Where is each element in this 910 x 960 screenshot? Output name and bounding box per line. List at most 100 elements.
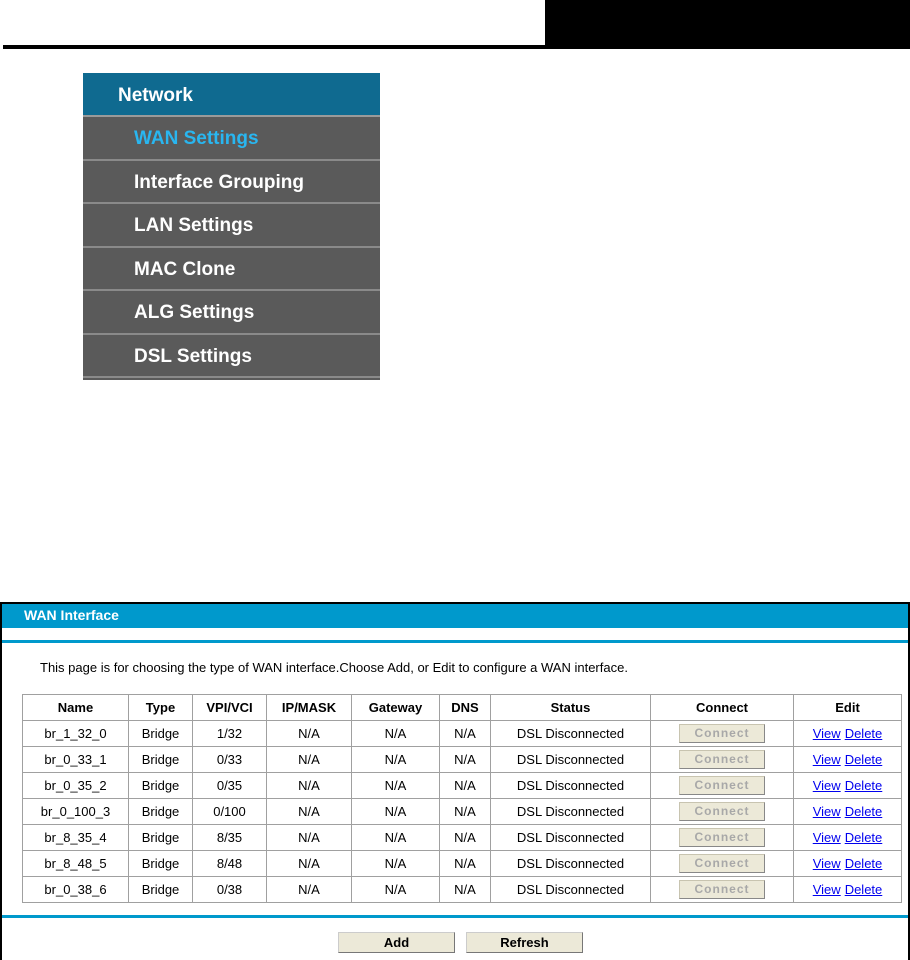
connect-button[interactable]: Connect [679, 880, 765, 899]
cell-gateway: N/A [351, 798, 440, 825]
view-link[interactable]: View [813, 830, 841, 845]
connect-button[interactable]: Connect [679, 828, 765, 847]
cell-name: br_1_32_0 [22, 720, 129, 747]
panel-description: This page is for choosing the type of WA… [40, 660, 628, 675]
menu-item-wan-settings[interactable]: WAN Settings [83, 117, 380, 161]
cell-dns: N/A [439, 824, 491, 851]
column-header-vpi-vci: VPI/VCI [192, 694, 267, 721]
delete-link[interactable]: Delete [845, 856, 883, 871]
column-header-name: Name [22, 694, 129, 721]
delete-link[interactable]: Delete [845, 882, 883, 897]
column-header-connect: Connect [650, 694, 794, 721]
cell-vpivci: 0/100 [192, 798, 267, 825]
column-header-gateway: Gateway [351, 694, 440, 721]
connect-button[interactable]: Connect [679, 724, 765, 743]
cell-edit: View Delete [793, 772, 902, 799]
cell-gateway: N/A [351, 746, 440, 773]
wan-table: Name Type VPI/VCI IP/MASK Gateway DNS Status Co… [22, 694, 902, 903]
menu-item-dsl-settings[interactable]: DSL Settings [83, 335, 380, 378]
view-link[interactable]: View [813, 726, 841, 741]
cell-connect: Connect [650, 876, 794, 903]
cell-gateway: N/A [351, 876, 440, 903]
cell-edit: View Delete [793, 798, 902, 825]
cell-status: DSL Disconnected [490, 720, 651, 747]
table-row: br_0_38_6 Bridge 0/38 N/A N/A N/A DSL Disconne… [22, 876, 902, 903]
cell-connect: Connect [650, 746, 794, 773]
cell-gateway: N/A [351, 824, 440, 851]
cell-connect: Connect [650, 772, 794, 799]
table-row: br_0_33_1 Bridge 0/33 N/A N/A N/A DSL Disconne… [22, 746, 902, 773]
cell-ipmask: N/A [266, 746, 352, 773]
cell-vpivci: 1/32 [192, 720, 267, 747]
cell-name: br_0_38_6 [22, 876, 129, 903]
table-row: br_1_32_0 Bridge 1/32 N/A N/A N/A DSL Disconne… [22, 720, 902, 747]
cell-gateway: N/A [351, 720, 440, 747]
connect-button[interactable]: Connect [679, 750, 765, 769]
cell-vpivci: 0/33 [192, 746, 267, 773]
menu-item-lan-settings[interactable]: LAN Settings [83, 204, 380, 248]
cell-name: br_8_35_4 [22, 824, 129, 851]
menu-item-mac-clone[interactable]: MAC Clone [83, 248, 380, 291]
cell-dns: N/A [439, 798, 491, 825]
menu-item-interface-grouping[interactable]: Interface Grouping [83, 161, 380, 204]
cell-name: br_0_35_2 [22, 772, 129, 799]
cell-vpivci: 0/38 [192, 876, 267, 903]
delete-link[interactable]: Delete [845, 804, 883, 819]
cell-status: DSL Disconnected [490, 876, 651, 903]
cell-dns: N/A [439, 772, 491, 799]
cell-dns: N/A [439, 876, 491, 903]
header-divider [3, 45, 907, 49]
cell-type: Bridge [128, 720, 193, 747]
delete-link[interactable]: Delete [845, 778, 883, 793]
cell-name: br_8_48_5 [22, 850, 129, 877]
cell-ipmask: N/A [266, 876, 352, 903]
view-link[interactable]: View [813, 856, 841, 871]
connect-button[interactable]: Connect [679, 802, 765, 821]
cell-status: DSL Disconnected [490, 850, 651, 877]
cell-name: br_0_33_1 [22, 746, 129, 773]
panel-divider-bottom [2, 915, 908, 918]
menu-item-alg-settings[interactable]: ALG Settings [83, 291, 380, 335]
column-header-edit: Edit [793, 694, 902, 721]
cell-type: Bridge [128, 824, 193, 851]
delete-link[interactable]: Delete [845, 726, 883, 741]
network-menu: Network WAN Settings Interface Grouping LA… [83, 73, 380, 380]
cell-edit: View Delete [793, 824, 902, 851]
cell-ipmask: N/A [266, 798, 352, 825]
connect-button[interactable]: Connect [679, 776, 765, 795]
table-row: br_8_35_4 Bridge 8/35 N/A N/A N/A DSL Disconne… [22, 824, 902, 851]
cell-connect: Connect [650, 850, 794, 877]
view-link[interactable]: View [813, 804, 841, 819]
cell-type: Bridge [128, 876, 193, 903]
column-header-type: Type [128, 694, 193, 721]
refresh-button[interactable]: Refresh [466, 932, 583, 953]
cell-status: DSL Disconnected [490, 824, 651, 851]
table-row: br_0_35_2 Bridge 0/35 N/A N/A N/A DSL Disconne… [22, 772, 902, 799]
view-link[interactable]: View [813, 882, 841, 897]
cell-vpivci: 8/35 [192, 824, 267, 851]
cell-edit: View Delete [793, 850, 902, 877]
cell-connect: Connect [650, 824, 794, 851]
menu-header-network[interactable]: Network [83, 73, 380, 117]
cell-vpivci: 8/48 [192, 850, 267, 877]
connect-button[interactable]: Connect [679, 854, 765, 873]
cell-edit: View Delete [793, 720, 902, 747]
cell-gateway: N/A [351, 850, 440, 877]
panel-title: WAN Interface [2, 604, 908, 628]
view-link[interactable]: View [813, 752, 841, 767]
delete-link[interactable]: Delete [845, 830, 883, 845]
cell-connect: Connect [650, 720, 794, 747]
cell-ipmask: N/A [266, 824, 352, 851]
delete-link[interactable]: Delete [845, 752, 883, 767]
add-button[interactable]: Add [338, 932, 455, 953]
cell-status: DSL Disconnected [490, 772, 651, 799]
cell-ipmask: N/A [266, 720, 352, 747]
panel-divider [2, 640, 908, 643]
cell-status: DSL Disconnected [490, 798, 651, 825]
wan-interface-panel: WAN Interface This page is for choosing … [0, 602, 910, 960]
table-row: br_8_48_5 Bridge 8/48 N/A N/A N/A DSL Disconne… [22, 850, 902, 877]
cell-gateway: N/A [351, 772, 440, 799]
view-link[interactable]: View [813, 778, 841, 793]
cell-edit: View Delete [793, 876, 902, 903]
cell-connect: Connect [650, 798, 794, 825]
